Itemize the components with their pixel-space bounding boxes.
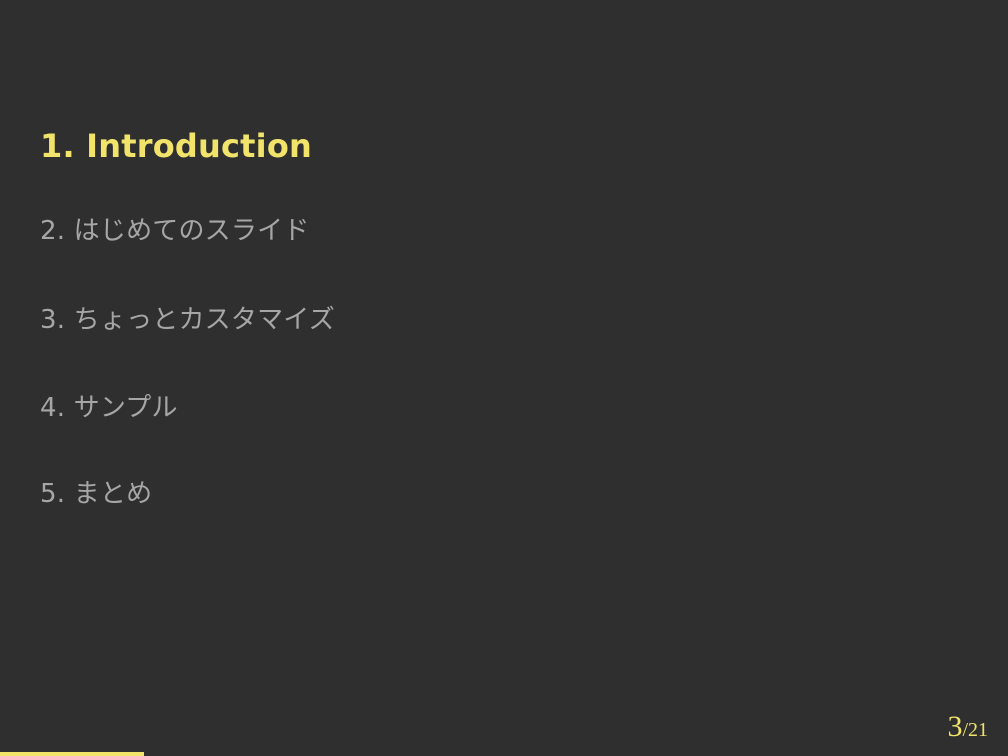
progress-bar-fill bbox=[0, 752, 144, 756]
toc-item-customize: 3. ちょっとカスタマイズ bbox=[40, 305, 335, 335]
toc-item-summary: 5. まとめ bbox=[40, 479, 153, 509]
toc-item-sample: 4. サンプル bbox=[40, 393, 178, 423]
total-page-count: 21 bbox=[968, 719, 988, 741]
current-page-number: 3 bbox=[947, 710, 963, 743]
progress-bar bbox=[0, 752, 1008, 756]
slide: 1. Introduction 2. はじめてのスライド 3. ちょっとカスタマ… bbox=[0, 0, 1008, 756]
toc-item-first-slide: 2. はじめてのスライド bbox=[40, 216, 310, 246]
toc-item-introduction: 1. Introduction bbox=[40, 127, 312, 165]
table-of-contents: 1. Introduction 2. はじめてのスライド 3. ちょっとカスタマ… bbox=[40, 0, 940, 756]
page-counter: 3/21 bbox=[947, 710, 988, 744]
